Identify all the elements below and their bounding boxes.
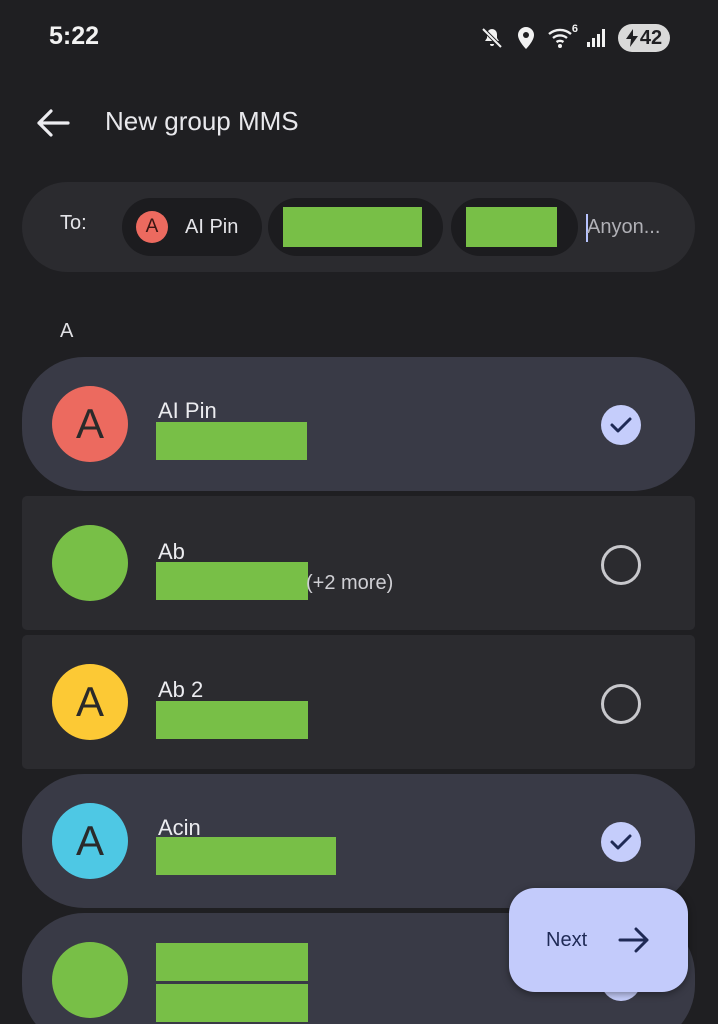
- chip-label: AI Pin: [185, 215, 239, 238]
- mute-icon: [480, 26, 504, 50]
- redacted-block: [156, 562, 308, 600]
- charging-bolt-icon: [625, 29, 638, 47]
- redacted-block: [156, 943, 308, 981]
- recipient-chip-redacted[interactable]: [268, 198, 443, 256]
- redacted-block: [466, 207, 557, 247]
- contact-row[interactable]: A Ab 2: [22, 635, 695, 769]
- recipients-field[interactable]: To: A AI Pin: [22, 182, 695, 272]
- wifi-generation-label: 6: [571, 23, 578, 35]
- redacted-block: [156, 701, 308, 739]
- recipient-chip[interactable]: A AI Pin: [122, 198, 262, 256]
- status-icons: 6 42: [480, 22, 670, 54]
- contact-number: (+2 more): [156, 562, 556, 600]
- next-button-label: Next: [546, 928, 588, 951]
- checkmark-icon: [610, 417, 632, 433]
- arrow-forward-icon: [617, 926, 651, 954]
- redacted-block: [156, 837, 336, 875]
- page-title: New group MMS: [105, 106, 299, 136]
- status-time: 5:22: [49, 22, 100, 50]
- recipient-search-input[interactable]: [587, 212, 687, 242]
- location-icon: [516, 26, 536, 50]
- checkmark-icon: [610, 834, 632, 850]
- to-label: To:: [60, 212, 87, 234]
- recipient-chip-redacted[interactable]: [451, 198, 578, 256]
- next-button[interactable]: Next: [509, 888, 688, 992]
- new-group-mms-screen: 5:22 6 42 New group MMS To: A AI Pin Any…: [0, 0, 718, 1024]
- redacted-block: [283, 207, 422, 247]
- selected-checkbox[interactable]: [601, 822, 641, 862]
- redacted-block: [156, 422, 307, 460]
- battery-indicator: 42: [618, 24, 670, 52]
- signal-icon: [586, 28, 606, 48]
- redacted-block: [156, 984, 308, 1022]
- contact-row[interactable]: A AI Pin: [22, 357, 695, 491]
- wifi-icon: 6: [548, 23, 578, 49]
- contact-name: AI Pin: [158, 398, 217, 423]
- back-button[interactable]: [32, 102, 74, 144]
- section-letter-header: A: [60, 320, 74, 342]
- battery-level: 42: [639, 26, 663, 49]
- more-numbers-label: (+2 more): [306, 572, 394, 594]
- contact-row[interactable]: Ab (+2 more): [22, 496, 695, 630]
- selected-checkbox[interactable]: [601, 405, 641, 445]
- chip-avatar: A: [136, 211, 168, 243]
- contact-avatar: A: [52, 664, 128, 740]
- unselected-checkbox[interactable]: [601, 684, 641, 724]
- contact-avatar: A: [52, 386, 128, 462]
- back-arrow-icon: [37, 109, 70, 137]
- contact-avatar: [52, 525, 128, 601]
- contact-avatar: [52, 942, 128, 1018]
- unselected-checkbox[interactable]: [601, 545, 641, 585]
- contact-avatar: A: [52, 803, 128, 879]
- contact-name: Ab 2: [158, 677, 204, 702]
